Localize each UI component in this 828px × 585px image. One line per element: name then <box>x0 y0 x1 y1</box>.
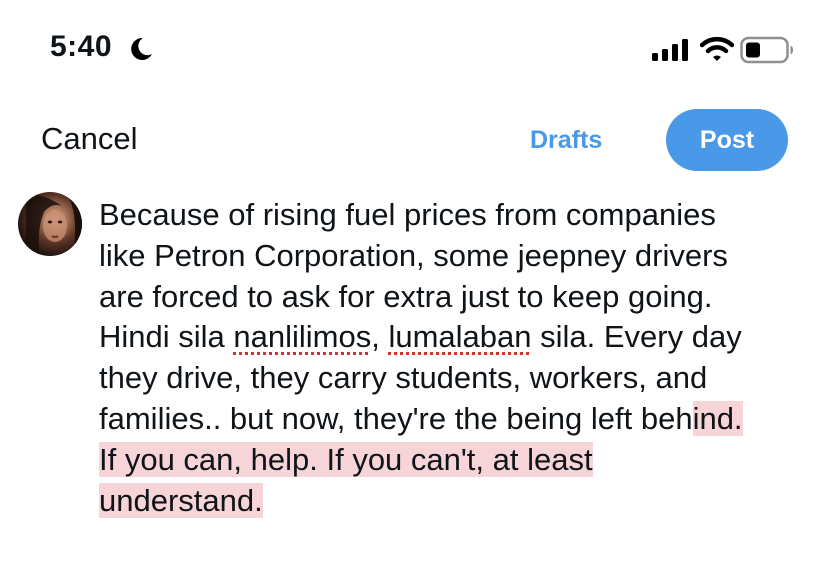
text-line: they drive, they carry students, workers… <box>99 360 708 396</box>
text-segment: families.. but now, they're the being le… <box>99 400 693 436</box>
text-segment: sila. Every day <box>531 319 742 355</box>
status-time: 5:40 <box>50 30 113 63</box>
drafts-button[interactable]: Drafts <box>530 126 602 155</box>
avatar[interactable] <box>18 192 82 256</box>
over-limit-text: ind. <box>692 400 743 436</box>
status-bar: 5:40 <box>0 0 828 100</box>
compose-text-area[interactable]: Because of rising fuel prices from compa… <box>99 195 814 521</box>
wifi-icon <box>700 36 734 61</box>
moon-icon <box>131 37 152 60</box>
text-line: Hindi sila nanlilimos, lumalaban sila. E… <box>99 317 814 358</box>
text-line: are forced to ask for extra just to keep… <box>99 278 713 314</box>
text-line: If you can, help. If you can't, at least <box>99 440 814 481</box>
misspelled-word[interactable]: nanlilimos <box>233 319 371 354</box>
text-line: Because of rising fuel prices from compa… <box>99 197 716 232</box>
cellular-signal-icon <box>652 39 688 61</box>
text-segment: Hindi sila <box>99 319 234 355</box>
text-line: like Petron Corporation, some jeepney dr… <box>99 237 728 273</box>
battery-icon <box>740 36 793 64</box>
text-line: understand. <box>99 481 814 522</box>
misspelled-word[interactable]: lumalaban <box>388 319 531 354</box>
over-limit-text: understand. <box>99 482 263 518</box>
over-limit-text: If you can, help. If you can't, at least <box>99 441 593 477</box>
profile-photo-icon <box>26 192 82 256</box>
text-segment: , <box>371 319 389 355</box>
cancel-button[interactable]: Cancel <box>41 121 138 157</box>
text-line: families.. but now, they're the being le… <box>99 399 814 440</box>
post-button[interactable]: Post <box>666 109 788 171</box>
